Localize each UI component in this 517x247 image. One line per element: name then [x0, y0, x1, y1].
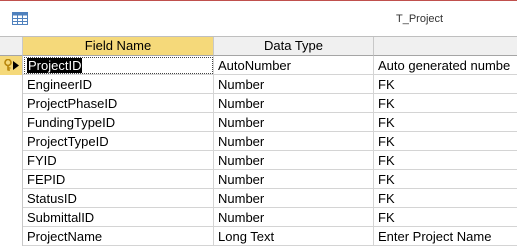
- data-type-cell[interactable]: Number: [214, 113, 374, 132]
- select-all-corner[interactable]: [0, 37, 23, 56]
- data-type-cell[interactable]: Long Text: [214, 227, 374, 246]
- field-name-cell[interactable]: StatusID: [23, 189, 214, 208]
- row-selector[interactable]: [0, 189, 23, 208]
- field-name-cell[interactable]: FEPID: [23, 170, 214, 189]
- field-name-cell[interactable]: EngineerID: [23, 75, 214, 94]
- description-cell[interactable]: Auto generated numbe: [374, 56, 517, 75]
- row-selector[interactable]: [0, 208, 23, 227]
- description-cell[interactable]: FK: [374, 151, 517, 170]
- description-cell[interactable]: FK: [374, 132, 517, 151]
- document-tab-bar: T_Project: [0, 1, 517, 36]
- table-row[interactable]: ProjectName Long Text Enter Project Name: [0, 227, 517, 246]
- row-selector[interactable]: [0, 75, 23, 94]
- data-type-cell[interactable]: Number: [214, 94, 374, 113]
- table-row[interactable]: FundingTypeID Number FK: [0, 113, 517, 132]
- data-type-cell[interactable]: Number: [214, 208, 374, 227]
- table-design-window: T_Project Field Name Data Type ProjectID…: [0, 0, 517, 247]
- field-name-cell[interactable]: ProjectName: [23, 227, 214, 246]
- table-row[interactable]: ProjectTypeID Number FK: [0, 132, 517, 151]
- row-selector[interactable]: [0, 94, 23, 113]
- table-row[interactable]: FYID Number FK: [0, 151, 517, 170]
- field-name-cell[interactable]: ProjectID: [23, 56, 214, 75]
- data-type-cell[interactable]: Number: [214, 75, 374, 94]
- description-cell[interactable]: FK: [374, 75, 517, 94]
- description-cell[interactable]: FK: [374, 170, 517, 189]
- field-grid: Field Name Data Type ProjectID AutoNumbe…: [0, 36, 517, 247]
- column-header-field-name[interactable]: Field Name: [23, 37, 214, 56]
- row-selector[interactable]: [0, 227, 23, 246]
- table-row[interactable]: ProjectPhaseID Number FK: [0, 94, 517, 113]
- row-selector[interactable]: [0, 56, 23, 75]
- description-cell[interactable]: FK: [374, 113, 517, 132]
- description-cell[interactable]: FK: [374, 208, 517, 227]
- row-selector[interactable]: [0, 113, 23, 132]
- field-name-text: ProjectID: [27, 58, 83, 73]
- table-row[interactable]: FEPID Number FK: [0, 170, 517, 189]
- data-type-cell[interactable]: Number: [214, 189, 374, 208]
- row-selector[interactable]: [0, 151, 23, 170]
- table-row[interactable]: EngineerID Number FK: [0, 75, 517, 94]
- table-row[interactable]: SubmittalID Number FK: [0, 208, 517, 227]
- column-header-data-type[interactable]: Data Type: [214, 37, 374, 56]
- primary-key-icon: [4, 59, 12, 71]
- data-type-cell[interactable]: Number: [214, 132, 374, 151]
- field-name-cell[interactable]: FYID: [23, 151, 214, 170]
- row-selector[interactable]: [0, 170, 23, 189]
- data-type-cell[interactable]: Number: [214, 170, 374, 189]
- description-cell[interactable]: FK: [374, 94, 517, 113]
- field-name-cell[interactable]: ProjectTypeID: [23, 132, 214, 151]
- description-cell[interactable]: FK: [374, 189, 517, 208]
- field-name-cell[interactable]: ProjectPhaseID: [23, 94, 214, 113]
- document-title[interactable]: T_Project: [396, 13, 443, 25]
- table-row[interactable]: StatusID Number FK: [0, 189, 517, 208]
- data-type-cell[interactable]: AutoNumber: [214, 56, 374, 75]
- field-name-cell[interactable]: FundingTypeID: [23, 113, 214, 132]
- column-header-description[interactable]: [374, 37, 517, 56]
- data-type-cell[interactable]: Number: [214, 151, 374, 170]
- table-row[interactable]: ProjectID AutoNumber Auto generated numb…: [0, 56, 517, 75]
- table-icon: [12, 12, 28, 25]
- field-name-cell[interactable]: SubmittalID: [23, 208, 214, 227]
- current-row-arrow-icon: [13, 61, 19, 70]
- description-cell[interactable]: Enter Project Name: [374, 227, 517, 246]
- row-selector[interactable]: [0, 132, 23, 151]
